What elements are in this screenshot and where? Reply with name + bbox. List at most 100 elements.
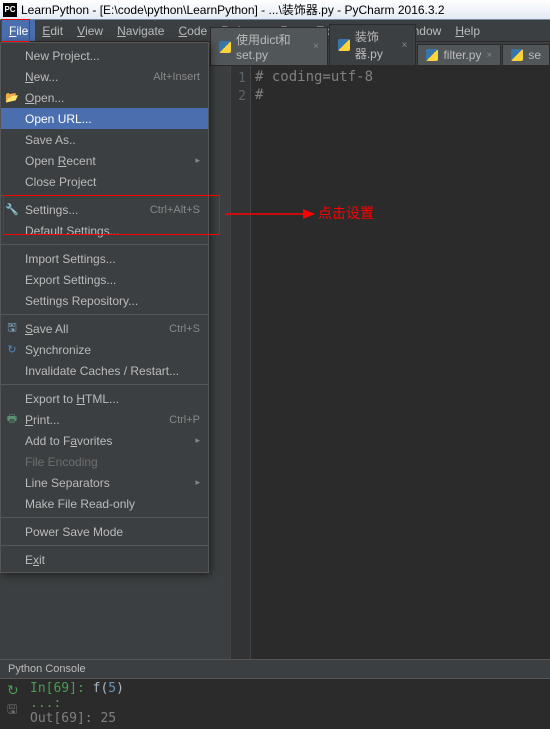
python-file-icon [219, 41, 231, 53]
console-continuation: ...: [30, 696, 124, 711]
menu-separator [1, 384, 208, 385]
menu-item-add-to-favorites[interactable]: Add to Favorites▸ [1, 430, 208, 451]
menu-item-label: Open Recent [25, 154, 195, 168]
console-in-code: f(5) [93, 681, 124, 696]
console-output[interactable]: In[69]: f(5) ...: Out[69]: 25 [28, 679, 124, 726]
menu-item-export-to-html[interactable]: Export to HTML... [1, 388, 208, 409]
line-number: 1 [231, 69, 250, 87]
menu-separator [1, 195, 208, 196]
sync-icon: ↻ [5, 343, 19, 357]
disk-icon: 🖫 [5, 322, 19, 336]
close-icon[interactable]: × [486, 50, 492, 61]
menu-item-label: Make File Read-only [25, 497, 200, 511]
menu-item-new[interactable]: New...Alt+Insert [1, 66, 208, 87]
menu-code[interactable]: Code [171, 20, 214, 41]
submenu-arrow-icon: ▸ [195, 155, 200, 166]
menu-help[interactable]: Help [448, 20, 487, 41]
menu-item-save-all[interactable]: 🖫Save AllCtrl+S [1, 318, 208, 339]
menu-item-label: Settings... [25, 203, 150, 217]
menu-item-file-encoding: File Encoding [1, 451, 208, 472]
submenu-arrow-icon: ▸ [195, 435, 200, 446]
python-console: Python Console ↻ 🖫 In[69]: f(5) ...: Out… [0, 659, 550, 729]
editor-tab[interactable]: 使用dict和set.py × [210, 27, 328, 65]
menu-item-label: File Encoding [25, 455, 200, 469]
editor-tab[interactable]: 装饰器.py × [329, 24, 417, 65]
menu-separator [1, 545, 208, 546]
menu-item-power-save-mode[interactable]: Power Save Mode [1, 521, 208, 542]
menu-item-synchronize[interactable]: ↻Synchronize [1, 339, 208, 360]
menu-item-open[interactable]: 📂Open... [1, 87, 208, 108]
menu-item-default-settings[interactable]: Default Settings... [1, 220, 208, 241]
tab-label: 装饰器.py [355, 28, 397, 62]
code-line: # coding=utf-8 [255, 69, 373, 87]
menu-item-label: New Project... [25, 49, 200, 63]
menu-item-save-as[interactable]: Save As.. [1, 129, 208, 150]
annotation-text: 点击设置 [318, 203, 374, 223]
menu-item-label: Power Save Mode [25, 525, 200, 539]
menu-navigate[interactable]: Navigate [110, 20, 171, 41]
console-save-icon[interactable]: 🖫 [7, 700, 21, 714]
python-file-icon [338, 39, 350, 51]
console-tab-label[interactable]: Python Console [0, 660, 550, 679]
rerun-icon[interactable]: ↻ [7, 682, 21, 696]
menu-item-label: Default Settings... [25, 224, 200, 238]
menu-item-label: Open URL... [25, 112, 200, 126]
python-file-icon [511, 49, 523, 61]
menu-item-open-url[interactable]: Open URL... [1, 108, 208, 129]
code-text[interactable]: # coding=utf-8# [255, 69, 373, 105]
submenu-arrow-icon: ▸ [195, 477, 200, 488]
menu-item-invalidate-caches-restart[interactable]: Invalidate Caches / Restart... [1, 360, 208, 381]
menu-separator [1, 244, 208, 245]
code-line: # [255, 87, 373, 105]
close-icon[interactable]: × [402, 40, 408, 51]
menu-item-label: Export to HTML... [25, 392, 200, 406]
menu-item-label: Invalidate Caches / Restart... [25, 364, 200, 378]
app-logo: PC [3, 3, 17, 17]
menu-item-label: New... [25, 70, 153, 84]
menu-item-label: Import Settings... [25, 252, 200, 266]
print-icon: 🖶 [5, 413, 19, 427]
menu-edit[interactable]: Edit [35, 20, 70, 41]
window-titlebar: PC LearnPython - [E:\code\python\LearnPy… [0, 0, 550, 20]
file-menu-dropdown: New Project...New...Alt+Insert📂Open...Op… [0, 42, 209, 573]
menu-item-close-project[interactable]: Close Project [1, 171, 208, 192]
menu-item-label: Close Project [25, 175, 200, 189]
close-icon[interactable]: × [313, 41, 319, 52]
menu-separator [1, 314, 208, 315]
menu-item-make-file-read-only[interactable]: Make File Read-only [1, 493, 208, 514]
menu-item-settings-repository[interactable]: Settings Repository... [1, 290, 208, 311]
wrench-icon: 🔧 [5, 203, 19, 217]
tab-label: filter.py [443, 48, 481, 62]
console-toolbar: ↻ 🖫 [0, 679, 28, 726]
menu-item-label: Add to Favorites [25, 434, 195, 448]
menu-item-label: Open... [25, 91, 200, 105]
menu-item-import-settings[interactable]: Import Settings... [1, 248, 208, 269]
menu-item-new-project[interactable]: New Project... [1, 45, 208, 66]
menu-shortcut: Ctrl+P [169, 414, 200, 426]
menu-item-exit[interactable]: Exit [1, 549, 208, 570]
python-file-icon [426, 49, 438, 61]
menu-separator [1, 517, 208, 518]
menu-item-label: Save All [25, 322, 169, 336]
console-in-prompt: In[69]: [30, 681, 93, 696]
menu-shortcut: Alt+Insert [153, 71, 200, 83]
menu-item-line-separators[interactable]: Line Separators▸ [1, 472, 208, 493]
editor-area: 12 # coding=utf-8# [230, 66, 550, 659]
console-out: Out[69]: 25 [30, 711, 124, 726]
tab-label: 使用dict和set.py [236, 31, 308, 62]
editor-tab[interactable]: filter.py × [417, 44, 501, 65]
editor-tab[interactable]: se [502, 44, 550, 65]
tab-label: se [528, 48, 541, 62]
menu-item-settings[interactable]: 🔧Settings...Ctrl+Alt+S [1, 199, 208, 220]
menu-file[interactable]: File [2, 20, 35, 41]
line-number: 2 [231, 87, 250, 105]
menu-item-label: Line Separators [25, 476, 195, 490]
menu-item-label: Print... [25, 413, 169, 427]
menu-item-export-settings[interactable]: Export Settings... [1, 269, 208, 290]
menu-item-label: Export Settings... [25, 273, 200, 287]
line-gutter: 12 [231, 66, 251, 659]
menu-item-open-recent[interactable]: Open Recent▸ [1, 150, 208, 171]
menu-view[interactable]: View [70, 20, 110, 41]
menu-item-print[interactable]: 🖶 Print...Ctrl+P [1, 409, 208, 430]
menu-item-label: Settings Repository... [25, 294, 200, 308]
